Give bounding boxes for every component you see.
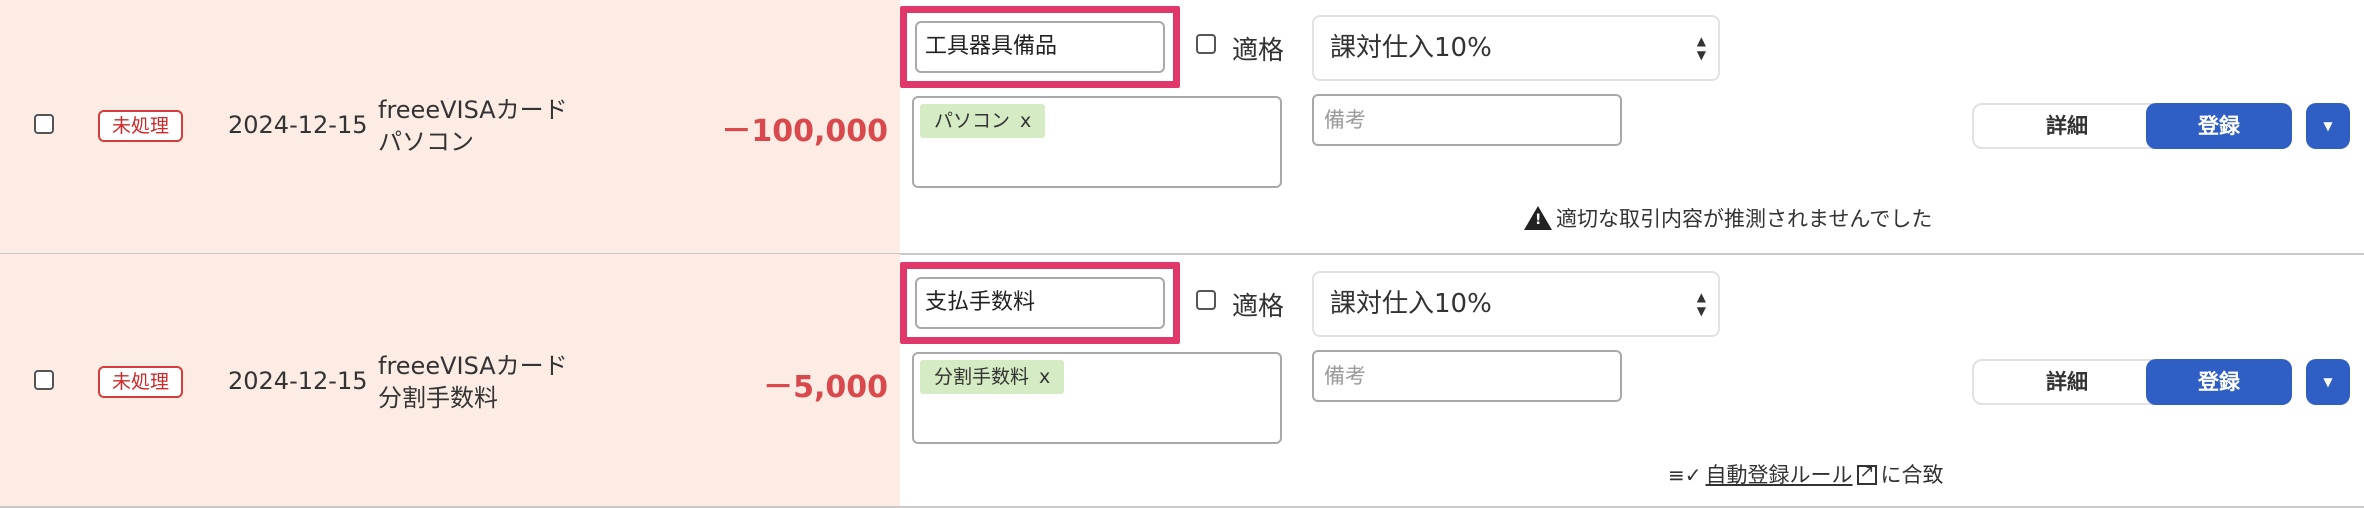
qualified-invoice-label: 適格 (1232, 292, 1285, 322)
transaction-amount: －5,000 (763, 370, 888, 405)
tag-input[interactable]: パソコン x (912, 96, 1282, 188)
transaction-description: freeeVISAカード パソコン (378, 94, 568, 158)
chevron-down-icon: ▼ (2323, 375, 2333, 389)
transaction-row: 未処理 2024-12-15 freeeVISAカード パソコン －100,00… (0, 0, 2364, 254)
transaction-date: 2024-12-15 (228, 111, 368, 139)
list-check-icon: ≡✓ (1668, 463, 1702, 487)
tax-category-value: 課対仕入10% (1330, 289, 1492, 319)
detail-button[interactable]: 詳細 (1972, 103, 2162, 149)
tag-chip: パソコン x (920, 104, 1046, 138)
tax-category-select[interactable]: 課対仕入10% ▲ ▼ (1312, 15, 1720, 81)
transaction-row: 未処理 2024-12-15 freeeVISAカード 分割手数料 －5,000… (0, 254, 2364, 508)
status-badge: 未処理 (98, 110, 184, 142)
tag-remove-button[interactable]: x (1020, 110, 1031, 132)
suggestion-note: ! 適切な取引内容が推測されませんでした (1524, 203, 1932, 233)
row-select-checkbox[interactable] (34, 114, 54, 134)
detail-button[interactable]: 詳細 (1972, 359, 2162, 405)
tag-chip: 分割手数料 x (920, 360, 1065, 394)
account-highlight: 支払手数料 (900, 262, 1180, 344)
register-button[interactable]: 登録 (2146, 359, 2292, 405)
account-input[interactable]: 支払手数料 (915, 277, 1165, 329)
account-highlight: 工具器具備品 (900, 6, 1180, 88)
tag-label: 分割手数料 (934, 366, 1030, 388)
description-line-2: 分割手数料 (378, 384, 498, 412)
tax-category-select[interactable]: 課対仕入10% ▲ ▼ (1312, 271, 1720, 337)
tag-remove-button[interactable]: x (1039, 366, 1050, 388)
rule-match-note: ≡✓自動登録ルール に合致 (1668, 459, 1944, 489)
auto-rule-link[interactable]: 自動登録ルール (1706, 463, 1853, 487)
external-link-icon[interactable] (1856, 461, 1877, 485)
register-options-dropdown[interactable]: ▼ (2306, 359, 2350, 405)
warning-icon: ! (1524, 206, 1552, 230)
memo-input[interactable]: 備考 (1312, 94, 1622, 146)
select-arrows-icon: ▲ ▼ (1696, 290, 1706, 318)
account-input[interactable]: 工具器具備品 (915, 21, 1165, 73)
qualified-invoice-label: 適格 (1232, 36, 1285, 66)
transaction-description: freeeVISAカード 分割手数料 (378, 350, 568, 414)
select-arrows-icon: ▲ ▼ (1696, 34, 1706, 62)
description-line-1: freeeVISAカード (378, 352, 568, 380)
transaction-amount: －100,000 (721, 114, 888, 149)
tag-label: パソコン (934, 110, 1011, 132)
chevron-down-icon: ▼ (2323, 119, 2333, 133)
qualified-invoice-checkbox[interactable] (1196, 34, 1216, 54)
qualified-invoice-checkbox[interactable] (1196, 290, 1216, 310)
tax-category-value: 課対仕入10% (1330, 33, 1492, 63)
tag-input[interactable]: 分割手数料 x (912, 352, 1282, 444)
rule-match-suffix: に合致 (1880, 463, 1944, 487)
description-line-1: freeeVISAカード (378, 96, 568, 124)
status-badge: 未処理 (98, 366, 184, 398)
transaction-date: 2024-12-15 (228, 367, 368, 395)
memo-input[interactable]: 備考 (1312, 350, 1622, 402)
description-line-2: パソコン (378, 128, 474, 156)
register-button[interactable]: 登録 (2146, 103, 2292, 149)
register-options-dropdown[interactable]: ▼ (2306, 103, 2350, 149)
row-select-checkbox[interactable] (34, 370, 54, 390)
suggestion-note-text: 適切な取引内容が推測されませんでした (1556, 207, 1933, 231)
